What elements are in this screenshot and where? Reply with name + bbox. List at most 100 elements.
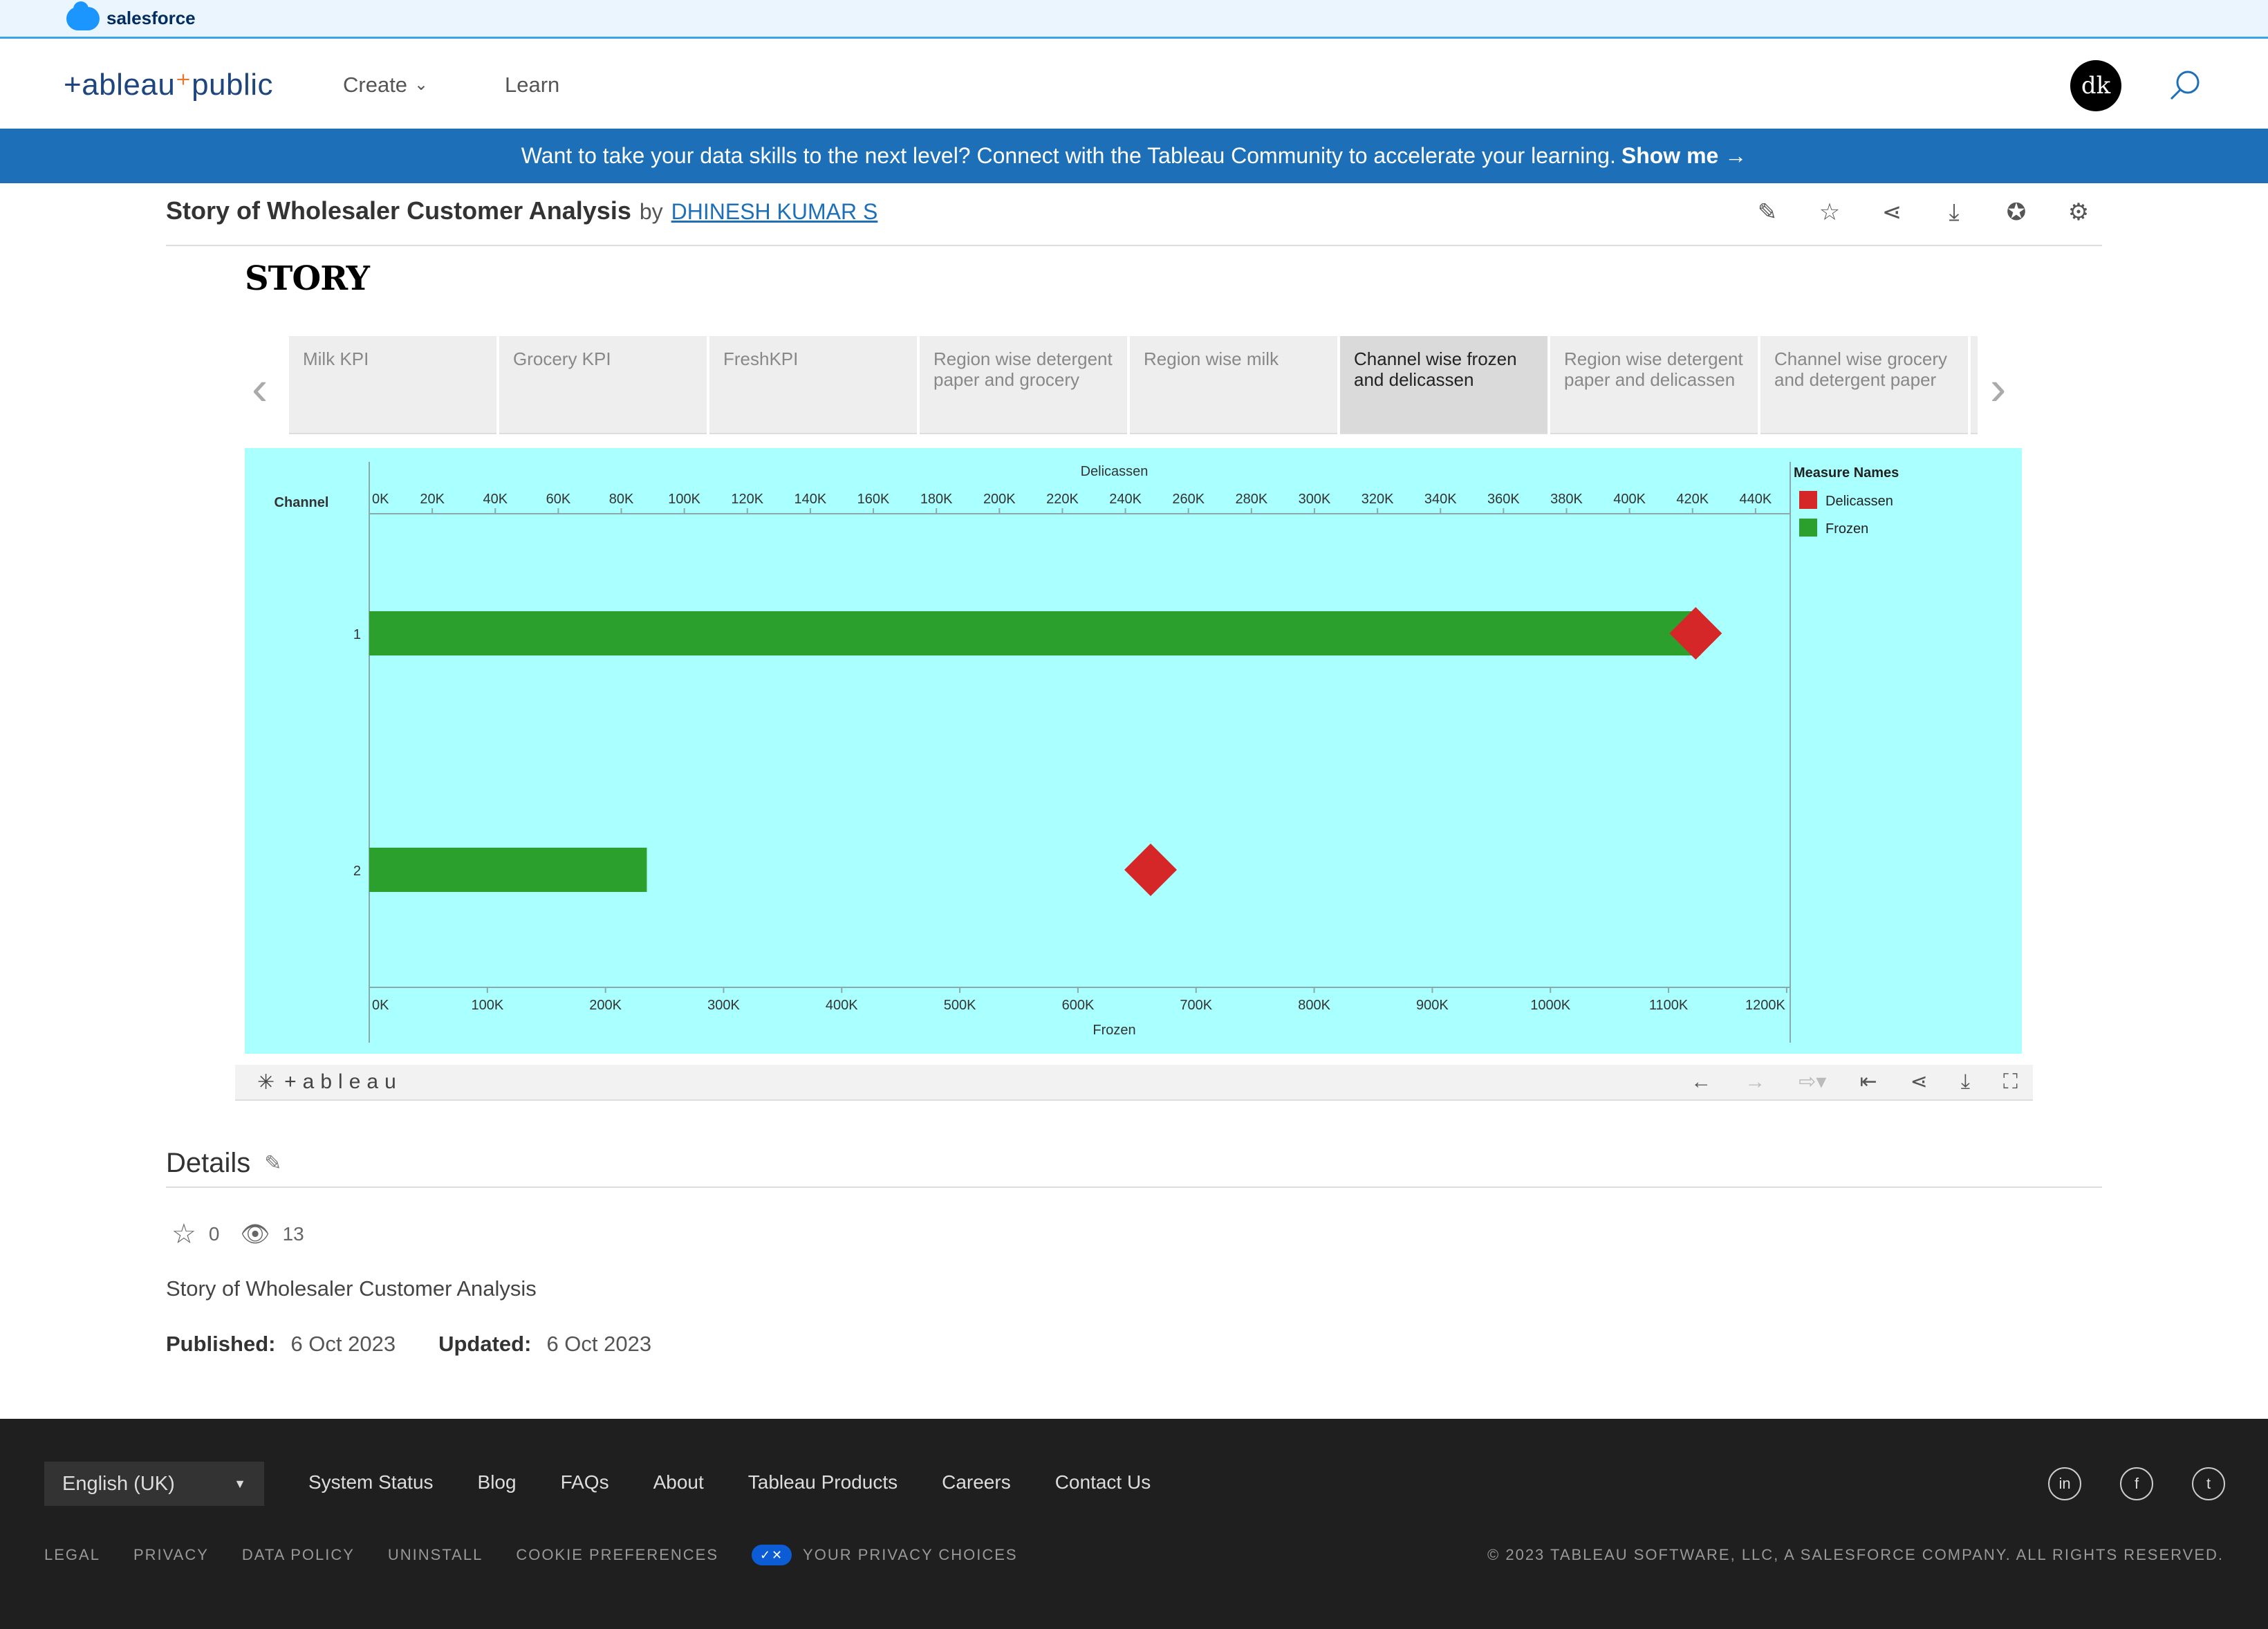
redo-icon[interactable]: → xyxy=(1745,1072,1765,1092)
top-tick-label: 140K xyxy=(794,492,827,507)
undo-icon[interactable]: ← xyxy=(1691,1072,1711,1092)
legal-link[interactable]: LEGAL xyxy=(44,1546,100,1564)
bottom-tick-label: 800K xyxy=(1298,998,1330,1013)
viz-actions: ✎ ☆ ⋖ ⤓ ✪ ⚙ xyxy=(1754,199,2092,225)
top-tick-label: 280K xyxy=(1235,492,1267,507)
tableau-logo[interactable]: ✳ +ableau xyxy=(257,1070,402,1095)
salesforce-label: salesforce xyxy=(106,8,196,28)
legend-label: Frozen xyxy=(1825,521,1868,537)
bottom-axis-label: Frozen xyxy=(1093,1023,1135,1038)
tableau-public-logo[interactable]: +ableau⁺public xyxy=(64,67,273,102)
bottom-tick-label: 500K xyxy=(944,998,976,1013)
story-tab[interactable]: Channel wise frozen and delicassen xyxy=(1340,336,1547,434)
footer-link[interactable]: Contact Us xyxy=(1055,1471,1151,1493)
social-icon[interactable]: t xyxy=(2192,1467,2225,1500)
details-heading: Details ✎ xyxy=(166,1148,281,1179)
updated-date: 6 Oct 2023 xyxy=(546,1332,652,1356)
view-count: 13 xyxy=(282,1223,304,1245)
row-label: 2 xyxy=(353,864,361,879)
top-axis-label: Delicassen xyxy=(1081,464,1149,479)
updated-label: Updated: xyxy=(438,1332,532,1356)
story-prev-icon[interactable]: ‹ xyxy=(252,364,268,412)
story-tab[interactable]: FreshKPI xyxy=(709,336,917,434)
legal-link[interactable]: UNINSTALL xyxy=(388,1546,483,1564)
top-tick-label: 300K xyxy=(1299,492,1331,507)
legal-link[interactable]: PRIVACY xyxy=(133,1546,209,1564)
footer-link[interactable]: About xyxy=(653,1471,704,1493)
avatar[interactable]: dk xyxy=(2070,60,2121,111)
share-icon[interactable]: ⋖ xyxy=(1911,1072,1928,1092)
legend-title: Measure Names xyxy=(1794,465,1899,481)
story-tab[interactable]: Region wise milk xyxy=(1130,336,1337,434)
frozen-bar xyxy=(369,611,1701,655)
legend-swatch xyxy=(1799,491,1817,509)
tableau-logo-text: +ableau xyxy=(284,1070,402,1093)
footer-link[interactable]: Tableau Products xyxy=(748,1471,898,1493)
viz-header: Story of Wholesaler Customer Analysis by… xyxy=(166,196,877,225)
bottom-tick-label: 1000K xyxy=(1530,998,1570,1013)
footer-link[interactable]: System Status xyxy=(308,1471,434,1493)
divider xyxy=(166,245,2102,246)
privacy-choices-link[interactable]: ✓✕ YOUR PRIVACY CHOICES xyxy=(752,1545,1018,1565)
download-icon[interactable]: ⤓ xyxy=(1961,1072,1970,1092)
bottom-tick-label: 300K xyxy=(707,998,740,1013)
story-tab[interactable]: Channel wise grocery and detergent paper xyxy=(1760,336,1968,434)
edit-icon[interactable]: ✎ xyxy=(1754,199,1781,225)
language-select[interactable]: English (UK) ▼ xyxy=(44,1462,264,1506)
bottom-tick-label: 900K xyxy=(1416,998,1449,1013)
top-tick-label: 120K xyxy=(731,492,763,507)
reset-icon[interactable]: ⇤ xyxy=(1859,1072,1877,1092)
bottom-tick-label: 600K xyxy=(1062,998,1095,1013)
social-icon[interactable]: in xyxy=(2048,1467,2081,1500)
story-next-icon[interactable]: › xyxy=(1990,364,2006,412)
star-icon[interactable]: ☆ xyxy=(171,1218,196,1250)
salesforce-bar: salesforce xyxy=(0,0,2268,39)
social-icon[interactable]: f xyxy=(2120,1467,2153,1500)
pencil-icon[interactable]: ✎ xyxy=(264,1151,281,1175)
fullscreen-icon[interactable]: ⛶ xyxy=(2003,1072,2018,1092)
salesforce-logo[interactable]: salesforce xyxy=(66,1,196,30)
row-label: 1 xyxy=(353,627,361,642)
badge-icon[interactable]: ✪ xyxy=(2003,199,2029,225)
story-tab[interactable]: Milk KPI xyxy=(289,336,496,434)
author-link[interactable]: DHINESH KUMAR S xyxy=(671,199,878,225)
revert-icon[interactable]: ⇨▾ xyxy=(1798,1072,1826,1092)
logo-suffix: public xyxy=(192,68,274,102)
gear-icon[interactable]: ⚙ xyxy=(2065,199,2092,225)
nav-learn[interactable]: Learn xyxy=(505,73,559,97)
logo-prefix: +ableau xyxy=(64,68,176,102)
footer-link[interactable]: Blog xyxy=(478,1471,517,1493)
banner-text: Want to take your data skills to the nex… xyxy=(521,143,1616,168)
viz-stats: ☆ 0 👁 13 xyxy=(171,1218,304,1250)
top-tick-label: 160K xyxy=(857,492,890,507)
story-tab[interactable]: Grocery KPI xyxy=(499,336,707,434)
nav-create-label: Create xyxy=(343,72,408,97)
row-axis-label: Channel xyxy=(275,495,329,510)
star-icon[interactable]: ☆ xyxy=(1816,199,1843,225)
banner-cta[interactable]: Show me → xyxy=(1621,143,1747,169)
top-nav: +ableau⁺public Create ⌄ Learn dk xyxy=(0,41,2268,129)
toolbar-actions: ← → ⇨▾ ⇤ ⋖ ⤓ ⛶ xyxy=(1691,1072,2018,1092)
viz-title: Story of Wholesaler Customer Analysis xyxy=(166,196,631,225)
share-icon[interactable]: ⋖ xyxy=(1879,199,1905,225)
top-tick-label: 260K xyxy=(1172,492,1205,507)
legal-link[interactable]: DATA POLICY xyxy=(242,1546,355,1564)
top-tick-label: 340K xyxy=(1424,492,1457,507)
search-icon[interactable] xyxy=(2167,68,2202,103)
top-tick-label: 40K xyxy=(483,492,508,507)
legend-swatch xyxy=(1799,519,1817,537)
legal-link[interactable]: COOKIE PREFERENCES xyxy=(516,1546,718,1564)
top-tick-label: 200K xyxy=(983,492,1016,507)
story-tab[interactable]: Region wise detergent paper and delicass… xyxy=(1550,336,1758,434)
download-icon[interactable]: ⤓ xyxy=(1941,199,1967,225)
story-tab[interactable]: Region wise detergent paper and grocery xyxy=(920,336,1127,434)
footer-link[interactable]: Careers xyxy=(942,1471,1011,1493)
top-tick-label: 80K xyxy=(609,492,634,507)
top-tick-label: 360K xyxy=(1487,492,1520,507)
bottom-tick-label: 400K xyxy=(826,998,858,1013)
top-tick-label: 440K xyxy=(1740,492,1772,507)
story-tab-overflow xyxy=(1971,336,1978,434)
top-tick-label: 180K xyxy=(920,492,953,507)
nav-create[interactable]: Create ⌄ xyxy=(343,73,428,97)
footer-link[interactable]: FAQs xyxy=(561,1471,609,1493)
